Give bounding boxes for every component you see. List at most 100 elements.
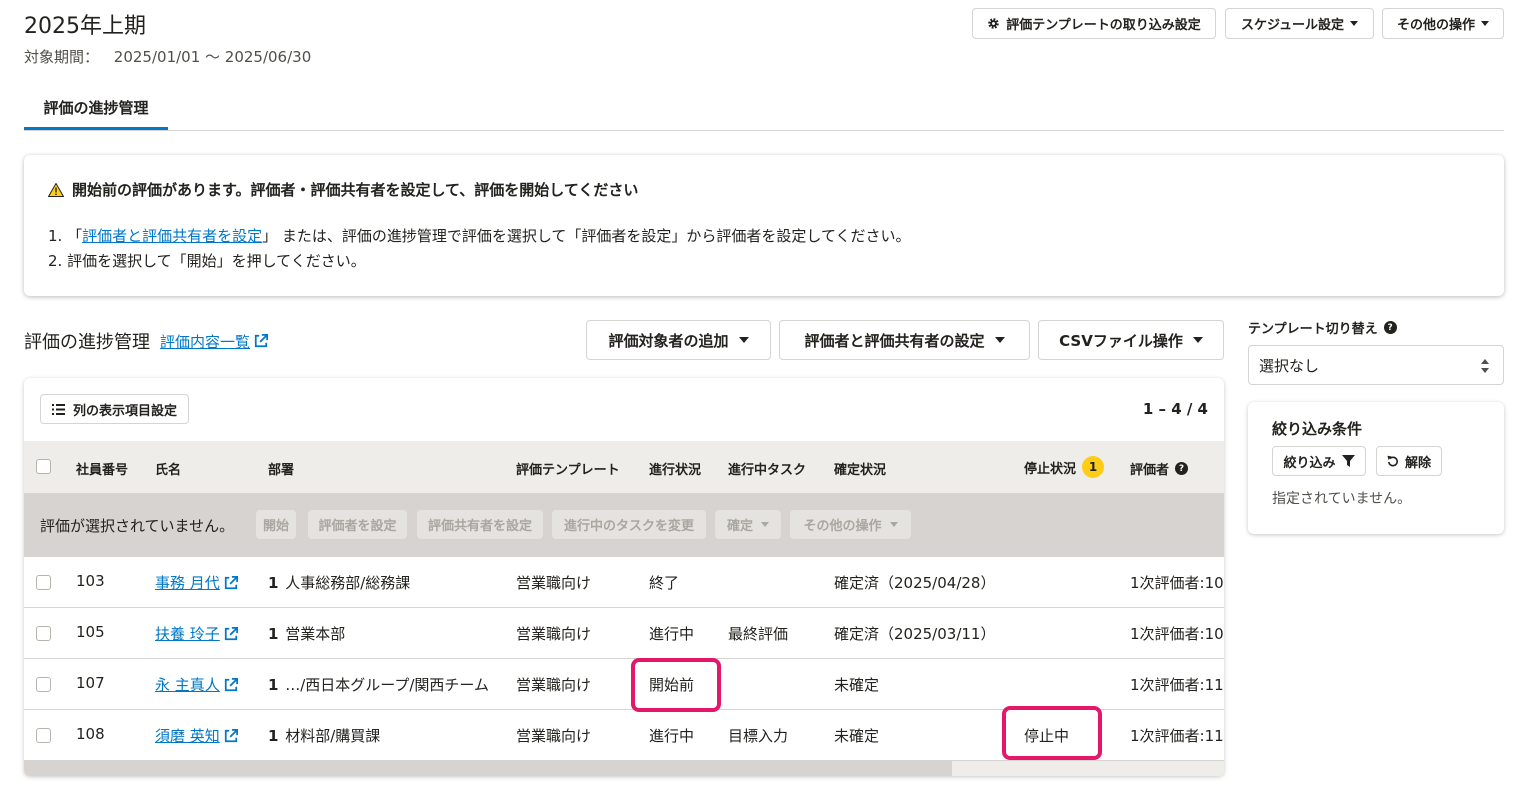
section-title-text: 評価の進捗管理	[24, 332, 150, 353]
set-sharer-button[interactable]: 評価共有者を設定	[417, 510, 543, 539]
employee-name-link[interactable]: 扶養 玲子	[155, 623, 238, 644]
confirm-status: 未確定	[834, 676, 880, 694]
status-highlight	[631, 658, 721, 712]
scrollbar-thumb[interactable]	[24, 761, 952, 776]
add-target-button[interactable]: 評価対象者の追加	[586, 320, 771, 360]
filter-empty-text: 指定されていません。	[1272, 491, 1412, 507]
confirm-button[interactable]: 確定	[715, 510, 781, 539]
page-title: 2025年上期	[24, 14, 146, 39]
clear-filter-button[interactable]: 解除	[1376, 446, 1442, 476]
column-settings-button[interactable]: 列の表示項目設定	[40, 394, 189, 424]
evaluation-content-list-label: 評価内容一覧	[160, 332, 251, 351]
schedule-label: スケジュール設定	[1240, 18, 1345, 33]
row-checkbox[interactable]	[36, 575, 51, 590]
select-all-checkbox[interactable]	[36, 459, 51, 474]
evaluator: 1次評価者:111	[1130, 727, 1224, 745]
external-link-icon	[254, 334, 269, 348]
col-stop[interactable]: 停止状況 1	[1024, 456, 1105, 478]
confirm-status: 確定済（2025/03/11）	[834, 625, 996, 643]
set-evaluator-button[interactable]: 評価者を設定	[308, 510, 407, 539]
other-actions-label: その他の操作	[1396, 18, 1475, 33]
template-select-value: 選択なし	[1259, 356, 1320, 375]
row-checkbox[interactable]	[36, 626, 51, 641]
col-confirm[interactable]: 確定状況	[834, 459, 886, 478]
bulk-other-label: その他の操作	[803, 519, 882, 534]
table-row[interactable]: 103 事務 月代 1 人事総務部/総務課 営業職向け 終了 確定済（2025/…	[24, 557, 1224, 608]
col-evaluator[interactable]: 評価者 ?	[1130, 459, 1189, 478]
employee-id: 108	[76, 725, 105, 743]
task: 最終評価	[728, 625, 789, 643]
change-task-button[interactable]: 進行中のタスクを変更	[552, 510, 706, 539]
status: 終了	[649, 574, 680, 592]
department-count: 1	[268, 625, 279, 643]
notice-line-2: 2. 評価を選択して「開始」を押してください。	[48, 252, 366, 270]
col-status[interactable]: 進行状況	[649, 459, 701, 478]
col-department[interactable]: 部署	[268, 459, 294, 478]
filter-icon	[1341, 455, 1355, 467]
gear-icon	[988, 18, 999, 29]
notice-line-1: 1. 「評価者と評価共有者を設定」 または、評価の進捗管理で評価を選択して「評価…	[48, 225, 911, 246]
col-template[interactable]: 評価テンプレート	[516, 459, 620, 478]
period: 対象期間： 2025/01/01 〜 2025/06/30	[24, 46, 311, 67]
other-actions-button[interactable]: その他の操作	[1382, 8, 1504, 39]
notice-box: 開始前の評価があります。評価者・評価共有者を設定して、評価を開始してください 1…	[24, 155, 1504, 296]
external-link-icon	[224, 728, 238, 742]
department-count: 1	[268, 727, 279, 745]
employee-name-link[interactable]: 事務 月代	[155, 572, 238, 593]
clear-filter-label: 解除	[1404, 455, 1431, 471]
help-icon[interactable]: ?	[1383, 321, 1397, 334]
department-name: 営業本部	[285, 625, 346, 643]
csv-operations-label: CSVファイル操作	[1059, 331, 1183, 350]
csv-operations-button[interactable]: CSVファイル操作	[1038, 320, 1224, 360]
col-employee-id[interactable]: 社員番号	[76, 459, 128, 478]
template: 営業職向け	[516, 727, 592, 745]
stop-count-badge: 1	[1082, 456, 1105, 478]
start-button[interactable]: 開始	[256, 510, 296, 539]
row-checkbox[interactable]	[36, 677, 51, 692]
horizontal-scrollbar[interactable]	[24, 761, 1224, 776]
section-title: 評価の進捗管理 評価内容一覧	[24, 328, 269, 354]
evaluator: 1次評価者:111	[1130, 676, 1224, 694]
external-link-icon	[224, 677, 238, 691]
task: 目標入力	[728, 727, 789, 745]
template: 営業職向け	[516, 574, 592, 592]
confirm-status: 確定済（2025/04/28）	[834, 574, 996, 592]
add-target-label: 評価対象者の追加	[608, 331, 729, 350]
template-import-settings-button[interactable]: 評価テンプレートの取り込み設定	[972, 8, 1216, 39]
row-checkbox[interactable]	[36, 728, 51, 743]
table-row[interactable]: 107 永 主真人 1 …/西日本グループ/関西チーム 営業職向け 開始前 未確…	[24, 659, 1224, 710]
col-name[interactable]: 氏名	[155, 459, 181, 478]
table-header: 社員番号 氏名 部署 評価テンプレート 進行状況 進行中タスク 確定状況 停止状…	[24, 441, 1224, 493]
table-row[interactable]: 105 扶養 玲子 1 営業本部 営業職向け 進行中 最終評価 確定済（2025…	[24, 608, 1224, 659]
template-import-label: 評価テンプレートの取り込み設定	[1006, 18, 1201, 33]
employee-name-link[interactable]: 永 主真人	[155, 674, 238, 695]
schedule-settings-button[interactable]: スケジュール設定	[1225, 8, 1374, 39]
set-evaluators-link[interactable]: 評価者と評価共有者を設定	[82, 227, 262, 245]
template-switch-label: テンプレート切り替え ?	[1248, 318, 1397, 337]
department-name: 人事総務部/総務課	[285, 574, 411, 592]
filter-button[interactable]: 絞り込み	[1272, 446, 1366, 476]
set-evaluators-label: 評価者と評価共有者の設定	[804, 331, 985, 350]
department: 1 …/西日本グループ/関西チーム	[268, 674, 489, 695]
table-card: 列の表示項目設定 1 – 4 / 4 社員番号 氏名 部署 評価テンプレート 進…	[24, 378, 1224, 776]
bulk-other-button[interactable]: その他の操作	[790, 510, 911, 539]
set-evaluators-button[interactable]: 評価者と評価共有者の設定	[779, 320, 1030, 360]
column-settings-label: 列の表示項目設定	[72, 403, 177, 419]
notice-title: 開始前の評価があります。評価者・評価共有者を設定して、評価を開始してください	[48, 179, 638, 200]
bulk-message: 評価が選択されていません。	[40, 517, 235, 535]
tab-progress[interactable]: 評価の進捗管理	[24, 88, 168, 130]
employee-name: 永 主真人	[155, 676, 220, 694]
chevron-down-icon	[761, 522, 769, 527]
department: 1 材料部/購買課	[268, 725, 380, 746]
bulk-action-bar: 評価が選択されていません。 開始 評価者を設定 評価共有者を設定 進行中のタスク…	[24, 493, 1224, 557]
col-stop-label: 停止状況	[1024, 461, 1077, 477]
filter-title: 絞り込み条件	[1272, 420, 1363, 438]
notice-title-text: 開始前の評価があります。評価者・評価共有者を設定して、評価を開始してください	[72, 181, 639, 199]
employee-name-link[interactable]: 須磨 英知	[155, 725, 238, 746]
status: 進行中	[649, 625, 695, 643]
evaluation-content-list-link[interactable]: 評価内容一覧	[160, 331, 269, 352]
template-select[interactable]: 選択なし	[1248, 345, 1504, 385]
confirm-status: 未確定	[834, 727, 880, 745]
col-task[interactable]: 進行中タスク	[728, 459, 806, 478]
help-icon[interactable]: ?	[1175, 462, 1189, 475]
